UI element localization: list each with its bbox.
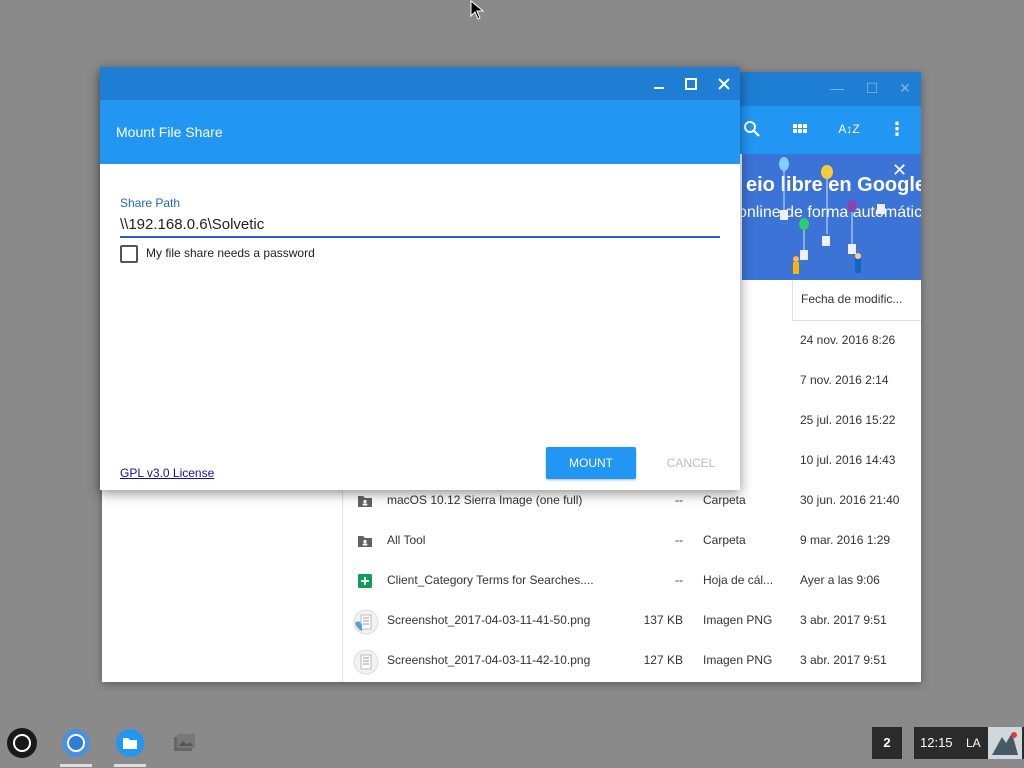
- more-options-icon[interactable]: ⋮: [885, 117, 909, 141]
- password-checkbox-label[interactable]: My file share needs a password: [146, 246, 315, 260]
- files-maximize-icon[interactable]: ☐: [862, 80, 882, 97]
- file-type: Carpeta: [703, 493, 746, 507]
- file-size: --: [675, 573, 683, 587]
- image-thumbnail-icon: [353, 649, 379, 675]
- password-checkbox[interactable]: [120, 245, 138, 263]
- mouse-cursor-icon: [470, 0, 485, 20]
- file-date: Ayer a las 9:06: [800, 573, 880, 587]
- launcher-icon[interactable]: [6, 727, 38, 759]
- file-row[interactable]: Client_Category Terms for Searches.... -…: [343, 561, 921, 601]
- window-count-badge[interactable]: 2: [872, 727, 902, 759]
- shared-folder-icon: [358, 496, 372, 507]
- file-date: 24 nov. 2016 8:26: [800, 333, 896, 347]
- dialog-title: Mount File Share: [116, 124, 223, 140]
- dialog-header: Mount File Share: [100, 100, 740, 164]
- file-type: Imagen PNG: [703, 613, 773, 627]
- file-name: All Tool: [387, 533, 426, 547]
- file-row[interactable]: Screenshot_2017-04-03-11-42-10.png 127 K…: [343, 641, 921, 681]
- photos-stack-icon[interactable]: [168, 727, 200, 759]
- sort-az-icon[interactable]: A↕Z: [837, 117, 861, 141]
- balloons-illustration-icon: [779, 157, 885, 274]
- system-tray[interactable]: 12:15 LA: [914, 727, 1024, 759]
- spreadsheet-icon: [358, 574, 372, 588]
- file-date: 10 jul. 2016 14:43: [800, 453, 896, 467]
- shelf: [0, 718, 1024, 768]
- files-app-icon[interactable]: [114, 727, 146, 759]
- google-drive-promo-banner: eio libre en Google D online de forma au…: [742, 154, 921, 280]
- file-date: 25 jul. 2016 15:22: [800, 413, 896, 427]
- gpl-license-link[interactable]: GPL v3.0 License: [120, 466, 214, 480]
- file-date: 3 abr. 2017 9:51: [800, 653, 887, 667]
- file-name: macOS 10.12 Sierra Image (one full): [387, 493, 583, 507]
- file-date: 3 abr. 2017 9:51: [800, 613, 887, 627]
- file-type: Imagen PNG: [703, 653, 773, 667]
- file-name: Client_Category Terms for Searches....: [387, 573, 594, 587]
- minimize-icon[interactable]: [648, 73, 670, 95]
- file-size: --: [675, 533, 683, 547]
- file-type: Hoja de cál...: [703, 573, 774, 587]
- file-size: --: [675, 493, 683, 507]
- image-thumbnail-icon: [353, 609, 379, 635]
- files-running-indicator: [114, 764, 146, 767]
- file-name: Screenshot_2017-04-03-11-42-10.png: [387, 653, 591, 667]
- mount-file-share-dialog: Mount File Share Share Path My file shar…: [100, 67, 740, 490]
- cancel-button[interactable]: CANCEL: [660, 447, 722, 479]
- chrome-running-indicator: [60, 764, 92, 767]
- chrome-icon[interactable]: [60, 727, 92, 759]
- file-row[interactable]: All Tool -- Carpeta 9 mar. 2016 1:29: [343, 521, 921, 561]
- date-modified-header-label: Fecha de modific...: [801, 292, 903, 306]
- file-date: 9 mar. 2016 1:29: [800, 533, 891, 547]
- maximize-icon[interactable]: [680, 73, 702, 95]
- close-icon[interactable]: [713, 73, 735, 95]
- search-icon[interactable]: [740, 117, 764, 141]
- file-name: Screenshot_2017-04-03-11-41-50.png: [387, 613, 591, 627]
- share-path-label: Share Path: [120, 196, 181, 210]
- share-path-input[interactable]: [120, 212, 720, 238]
- mount-button[interactable]: MOUNT: [546, 447, 636, 479]
- file-row[interactable]: Screenshot_2017-04-03-11-41-50.png 137 K…: [343, 601, 921, 641]
- file-size: 137 KB: [643, 613, 683, 627]
- file-size: 127 KB: [643, 653, 683, 667]
- user-avatar: [988, 727, 1022, 759]
- date-modified-column-header[interactable]: Fecha de modific...: [792, 280, 921, 321]
- clock-time: 12:15: [920, 735, 953, 750]
- file-type: Carpeta: [703, 533, 746, 547]
- grid-view-icon[interactable]: [788, 117, 812, 141]
- dialog-titlebar[interactable]: [100, 67, 740, 100]
- file-date: 30 jun. 2016 21:40: [800, 493, 900, 507]
- files-close-icon[interactable]: ✕: [895, 80, 915, 97]
- files-minimize-icon[interactable]: —: [827, 80, 847, 96]
- file-date: 7 nov. 2016 2:14: [800, 373, 889, 387]
- input-method-indicator: LA: [966, 736, 981, 750]
- shared-folder-icon: [358, 536, 372, 547]
